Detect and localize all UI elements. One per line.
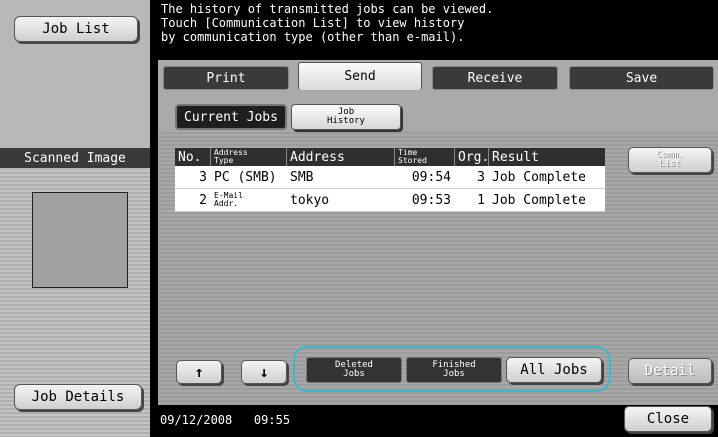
tab-receive[interactable]: Receive [432,66,558,90]
header-address-type: Address Type [211,148,287,166]
job-history-table: No. Address Type Address Time Stored Org… [175,148,605,212]
row-address-type: E-Mail Addr. [211,192,287,208]
row-address: SMB [290,169,314,185]
row-time: 09:54 [411,169,451,185]
detail-button[interactable]: Detail [628,358,712,384]
row-org: 1 [477,192,485,208]
comm-list-button[interactable]: Comm. List [628,147,712,173]
row-time: 09:53 [411,192,451,208]
deleted-jobs-button[interactable]: Deleted Jobs [306,357,402,383]
job-history-button[interactable]: Job History [291,104,401,130]
row-no: 2 [199,192,207,208]
up-arrow-icon: ↑ [194,363,204,381]
header-address-type-2: Type [214,156,234,165]
scroll-up-button[interactable]: ↑ [176,360,222,384]
tab-save[interactable]: Save [569,66,714,90]
scanned-image-header: Scanned Image [0,148,150,168]
table-row[interactable]: 3 PC (SMB) SMB 09:54 3 Job Complete [175,166,605,189]
current-jobs-label: Current Jobs [184,109,278,125]
row-address-type-2: Addr. [214,199,239,208]
all-jobs-button[interactable]: All Jobs [506,357,602,383]
tab-send[interactable]: Send [298,62,422,90]
tab-receive-label: Receive [467,70,523,86]
row-org: 3 [477,169,485,185]
tab-print-label: Print [206,70,246,86]
deleted-jobs-label-2: Jobs [343,369,365,379]
tab-save-label: Save [625,70,658,86]
instruction-message: The history of transmitted jobs can be v… [158,0,718,60]
job-details-label: Job Details [31,389,125,405]
close-button[interactable]: Close [624,406,712,432]
header-no: No. [175,148,211,166]
all-jobs-label: All Jobs [520,362,588,378]
header-address: Address [287,148,395,166]
header-time-stored-2: Stored [398,156,427,165]
finished-jobs-button[interactable]: Finished Jobs [406,357,502,383]
comm-list-label-2: List [659,159,681,169]
row-no: 3 [199,169,207,185]
tab-print[interactable]: Print [163,66,289,90]
datetime-display: 09/12/2008 09:55 [160,413,291,427]
down-arrow-icon: ↓ [259,363,269,381]
job-history-label-2: History [327,116,365,126]
scanned-image-label: Scanned Image [24,150,126,166]
tab-send-label: Send [344,69,376,84]
row-address-type: PC (SMB) [214,169,277,185]
job-list-button[interactable]: Job List [14,16,138,42]
detail-label: Detail [644,363,696,379]
row-address: tokyo [290,192,330,208]
header-result: Result [492,149,539,165]
finished-jobs-label-2: Jobs [443,369,465,379]
header-time-stored: Time Stored [395,148,455,166]
job-details-button[interactable]: Job Details [14,384,142,410]
table-header: No. Address Type Address Time Stored Org… [175,148,605,166]
scanned-image-thumbnail [32,192,128,288]
job-list-label: Job List [42,21,110,37]
row-result: Job Complete [492,169,586,185]
row-result: Job Complete [492,192,586,208]
current-jobs-button[interactable]: Current Jobs [175,104,287,130]
table-row[interactable]: 2 E-Mail Addr. tokyo 09:53 1 Job Complet… [175,189,605,212]
close-label: Close [646,411,690,427]
header-org: Org. [455,148,489,166]
scroll-down-button[interactable]: ↓ [241,360,287,384]
